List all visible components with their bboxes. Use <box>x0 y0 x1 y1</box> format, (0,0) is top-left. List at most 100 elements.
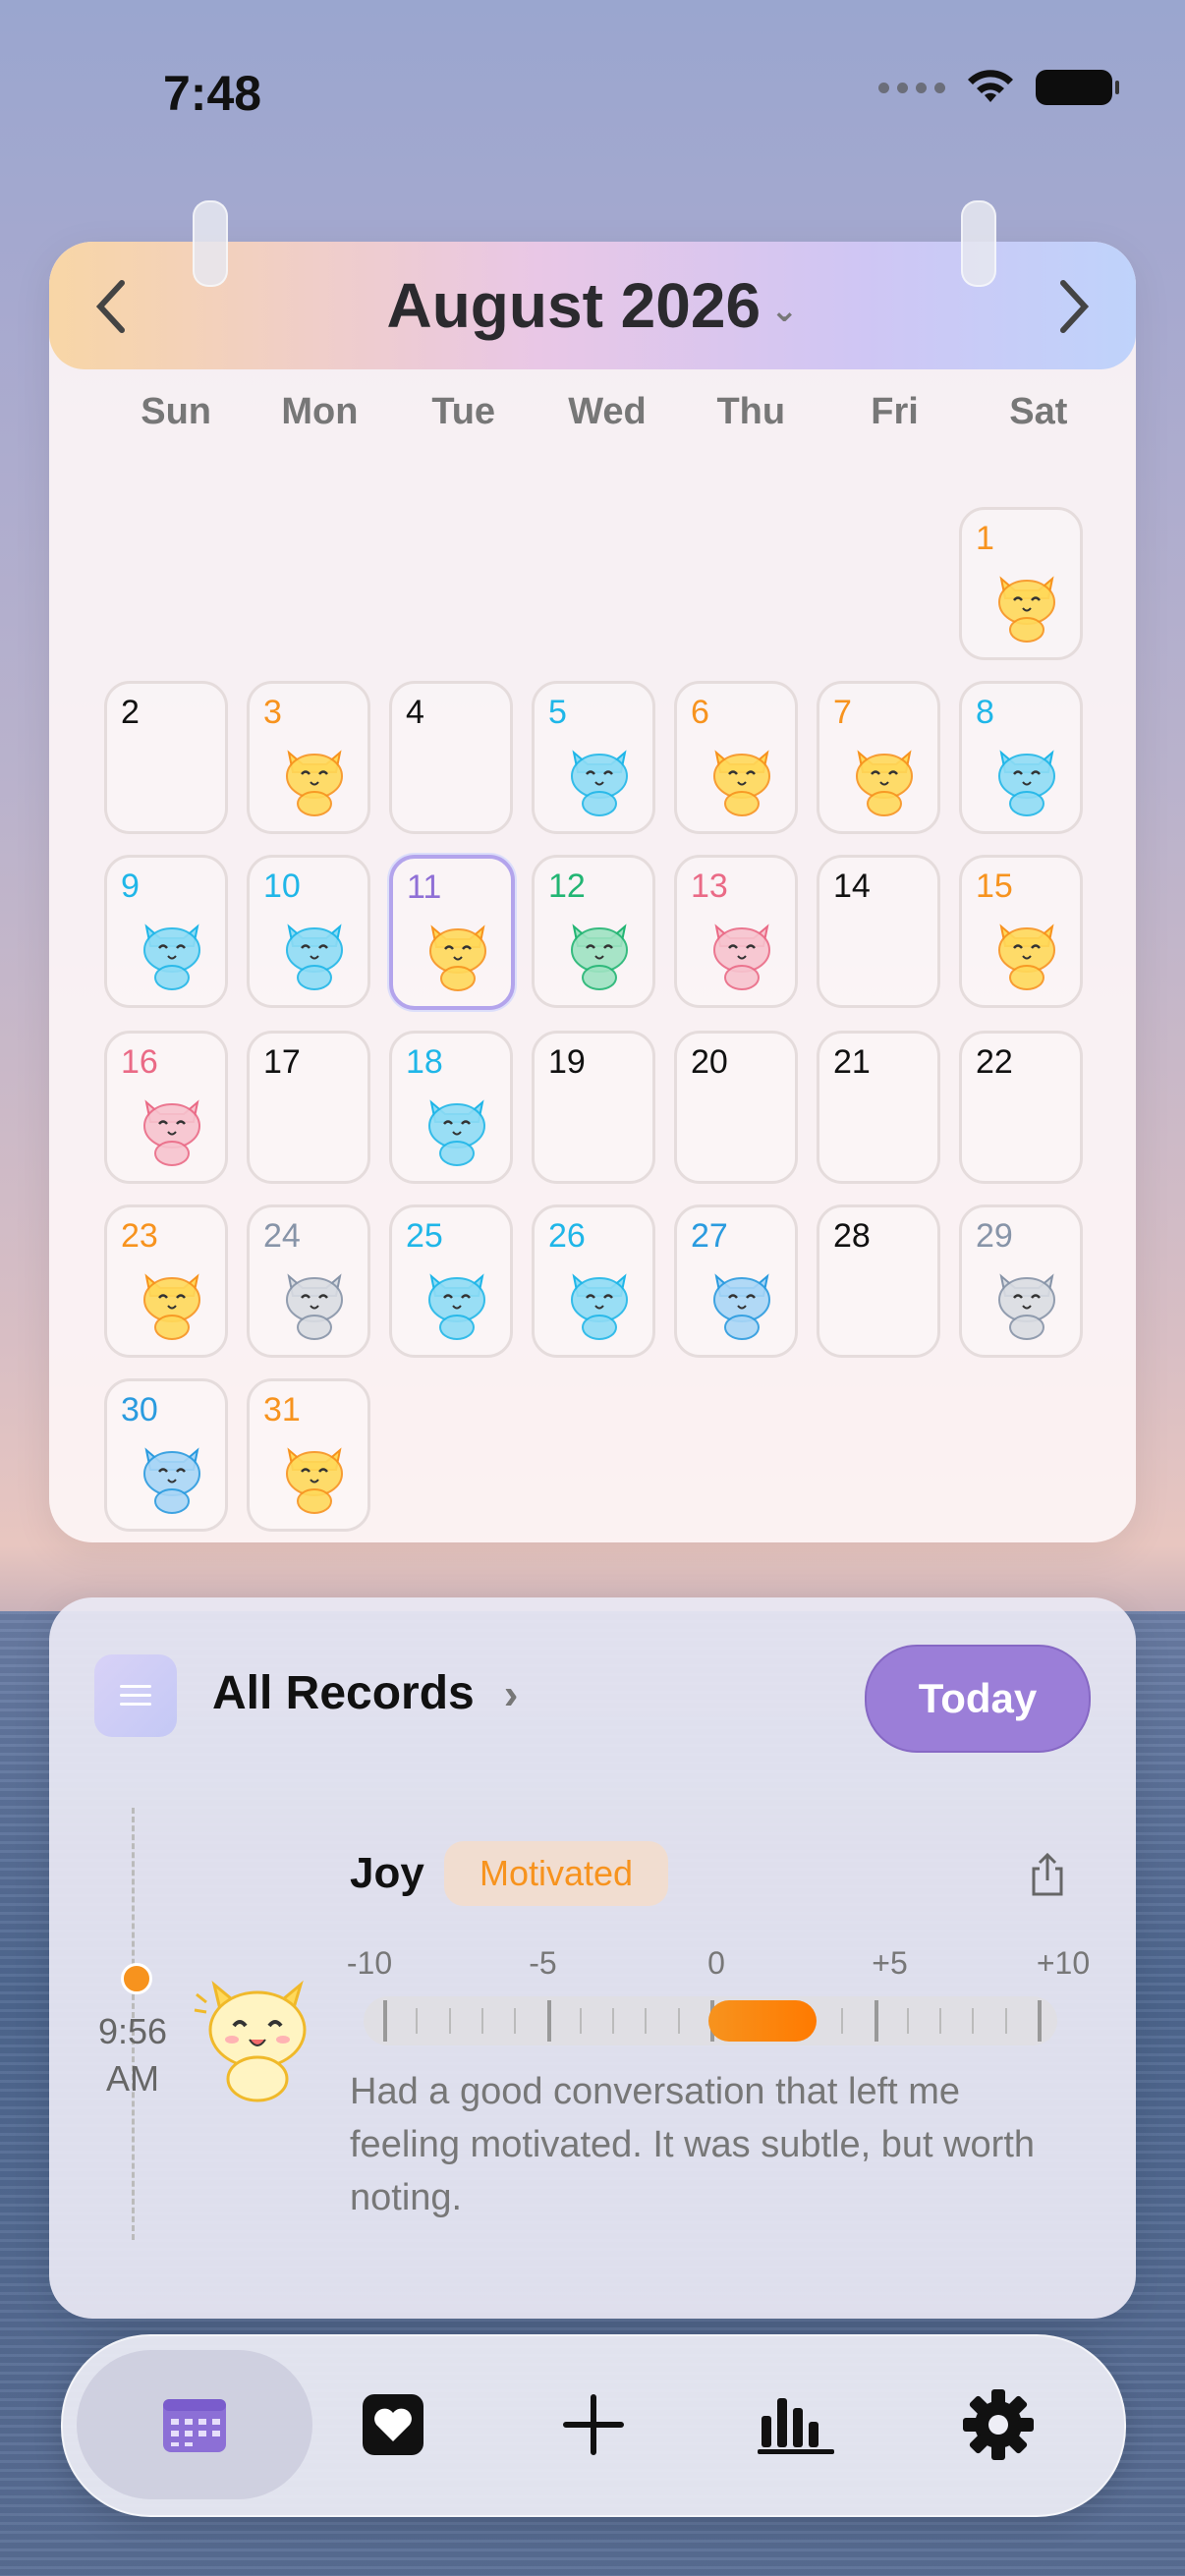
calendar-day[interactable]: 4 <box>389 681 513 834</box>
calendar-day[interactable]: 15 <box>959 855 1083 1008</box>
calendar-day[interactable]: 6 <box>674 681 798 834</box>
day-number: 6 <box>691 694 709 731</box>
share-icon[interactable] <box>1028 1851 1067 1898</box>
tab-favorites[interactable] <box>295 2350 491 2499</box>
day-number: 7 <box>833 694 852 731</box>
tired-cat-icon <box>998 1273 1055 1340</box>
tab-calendar[interactable] <box>77 2350 312 2499</box>
day-number: 28 <box>833 1217 871 1255</box>
calendar-day[interactable]: 5 <box>532 681 655 834</box>
weekday-label: Wed <box>568 391 647 432</box>
tab-settings[interactable] <box>900 2350 1097 2499</box>
calendar-blank <box>532 507 649 654</box>
weekday-label: Sun <box>141 391 212 432</box>
day-number: 16 <box>121 1043 158 1081</box>
entry-tag: Motivated <box>444 1841 669 1906</box>
calendar-day[interactable]: 21 <box>817 1031 940 1184</box>
scale-label: -10 <box>346 1945 393 1981</box>
scale-tick <box>939 2008 942 2034</box>
heart-icon <box>363 2394 423 2455</box>
calendar-day[interactable]: 17 <box>247 1031 370 1184</box>
binder-ring <box>193 200 228 287</box>
timeline-dot <box>121 1963 152 1994</box>
tab-add[interactable] <box>495 2350 692 2499</box>
joy-cat-icon <box>713 750 770 816</box>
calendar-day[interactable]: 14 <box>817 855 940 1008</box>
calendar-day[interactable]: 1 <box>959 507 1083 660</box>
tab-stats[interactable] <box>698 2350 894 2499</box>
calendar-blank <box>389 507 507 654</box>
calendar-blank <box>247 507 365 654</box>
weekday-label: Thu <box>716 391 786 432</box>
today-button[interactable]: Today <box>865 1645 1091 1753</box>
calendar-day[interactable]: 20 <box>674 1031 798 1184</box>
plus-icon <box>563 2394 624 2455</box>
calendar-day[interactable]: 25 <box>389 1204 513 1358</box>
calm-cat-icon <box>428 1273 485 1340</box>
calendar-day[interactable]: 23 <box>104 1204 228 1358</box>
calendar-day[interactable]: 12 <box>532 855 655 1008</box>
calendar-blank <box>674 507 792 654</box>
day-number: 22 <box>976 1043 1013 1081</box>
day-number: 30 <box>121 1391 158 1428</box>
day-number: 11 <box>407 868 442 906</box>
day-number: 5 <box>548 694 567 731</box>
calm-cat-icon <box>143 924 200 990</box>
entry-emotion: Joy <box>350 1849 424 1897</box>
calendar-day[interactable]: 13 <box>674 855 798 1008</box>
weekday-label: Tue <box>431 391 496 432</box>
calendar-day[interactable]: 30 <box>104 1378 228 1532</box>
calendar-day[interactable]: 16 <box>104 1031 228 1184</box>
scale-tick <box>579 2008 582 2034</box>
calendar-day[interactable]: 27 <box>674 1204 798 1358</box>
calendar-day[interactable]: 22 <box>959 1031 1083 1184</box>
weekday-label: Sat <box>1009 391 1068 432</box>
calendar-day[interactable]: 7 <box>817 681 940 834</box>
day-number: 18 <box>406 1043 443 1081</box>
calm-cat-icon <box>286 924 343 990</box>
list-button[interactable] <box>94 1654 177 1737</box>
all-records-link[interactable]: All Records › <box>212 1666 518 1720</box>
records-card: All Records › Today 9:56 AM Joy Motivated… <box>49 1597 1136 2319</box>
day-number: 15 <box>976 868 1013 905</box>
day-number: 3 <box>263 694 282 731</box>
day-number: 1 <box>976 520 994 557</box>
intensity-bar <box>364 1996 1057 2045</box>
entry-note: Had a good conversation that left me fee… <box>350 2071 1036 2218</box>
fear-cat-icon <box>713 924 770 990</box>
calendar-day[interactable]: 24 <box>247 1204 370 1358</box>
day-number: 19 <box>548 1043 586 1081</box>
calendar-day[interactable]: 19 <box>532 1031 655 1184</box>
scale-tick <box>514 2008 517 2034</box>
scale-tick <box>645 2008 648 2034</box>
day-number: 14 <box>833 868 871 905</box>
calendar-day-today[interactable]: 11 <box>389 855 515 1010</box>
day-number: 10 <box>263 868 301 905</box>
day-number: 17 <box>263 1043 301 1081</box>
calendar-day[interactable]: 29 <box>959 1204 1083 1358</box>
day-number: 9 <box>121 868 140 905</box>
calendar-icon <box>163 2399 226 2452</box>
calendar-day[interactable]: 28 <box>817 1204 940 1358</box>
scale-tick <box>874 2000 878 2042</box>
tired-cat-icon <box>286 1273 343 1340</box>
scale-tick <box>448 2008 451 2034</box>
calendar-day[interactable]: 10 <box>247 855 370 1008</box>
gear-icon <box>963 2389 1034 2460</box>
joy-cat-icon <box>286 1447 343 1514</box>
next-month-button[interactable] <box>1053 277 1093 346</box>
calendar-day[interactable]: 26 <box>532 1204 655 1358</box>
calendar-card: August 2026 ⌄ Sun Mon Tue Wed Thu Fri Sat 12345… <box>49 200 1136 1542</box>
calendar-day[interactable]: 18 <box>389 1031 513 1184</box>
day-number: 4 <box>406 694 424 731</box>
weekday-label: Fri <box>871 391 919 432</box>
calendar-day[interactable]: 9 <box>104 855 228 1008</box>
fear-cat-icon <box>143 1099 200 1166</box>
calendar-blank <box>104 507 222 654</box>
calendar-day[interactable]: 3 <box>247 681 370 834</box>
calendar-day[interactable]: 8 <box>959 681 1083 834</box>
month-title: August 2026 <box>386 270 762 341</box>
calendar-day[interactable]: 31 <box>247 1378 370 1532</box>
calendar-day[interactable]: 2 <box>104 681 228 834</box>
scale-tick <box>1004 2008 1007 2034</box>
